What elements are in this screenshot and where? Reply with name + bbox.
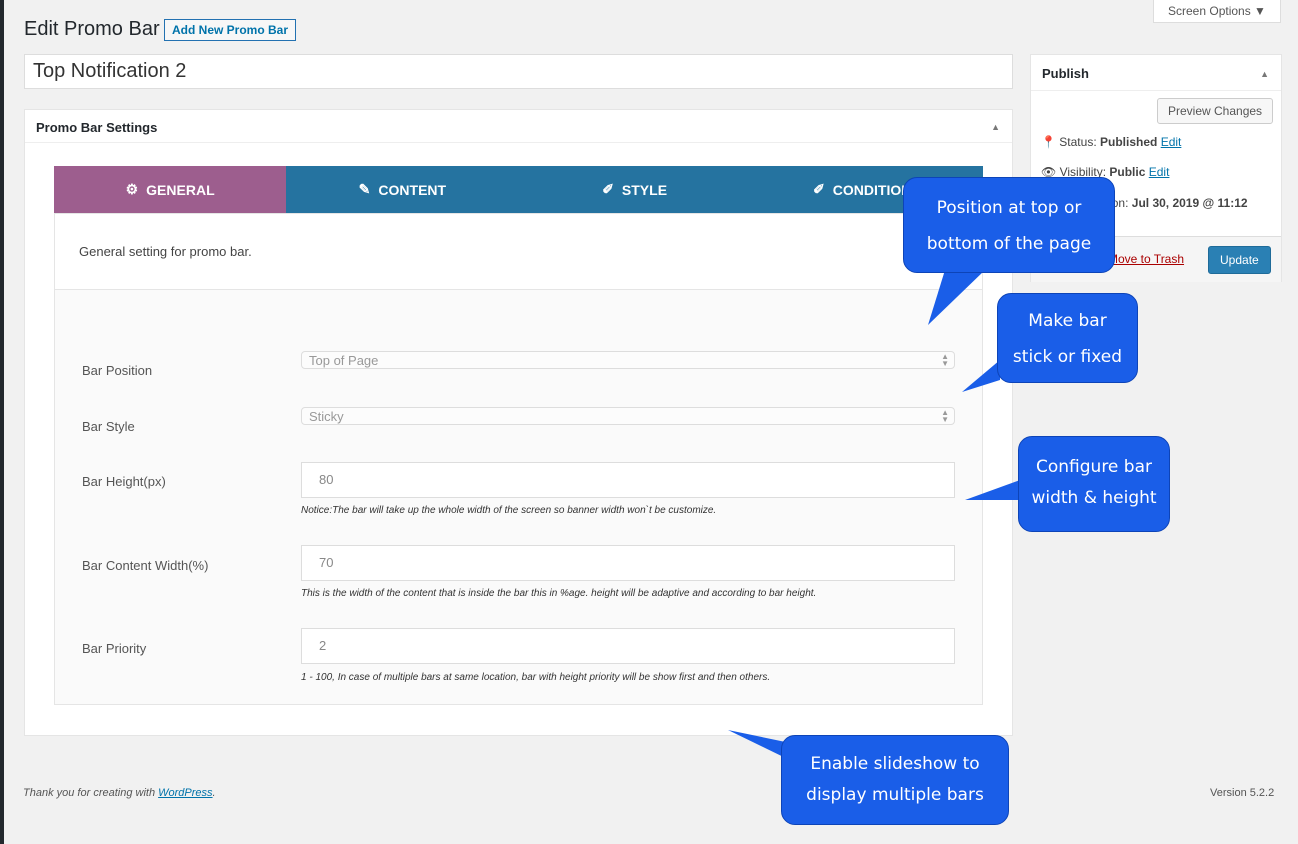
callout-tail <box>962 360 1000 392</box>
callout-tails <box>728 270 1020 765</box>
callout-tail <box>928 270 985 325</box>
callout-tail <box>965 480 1020 500</box>
callout-size: Configure bar width & height <box>1018 436 1170 532</box>
callout-slideshow: Enable slideshow to display multiple bar… <box>781 735 1009 825</box>
callout-style: Make bar stick or fixed <box>997 293 1138 383</box>
callout-position: Position at top or bottom of the page <box>903 177 1115 273</box>
